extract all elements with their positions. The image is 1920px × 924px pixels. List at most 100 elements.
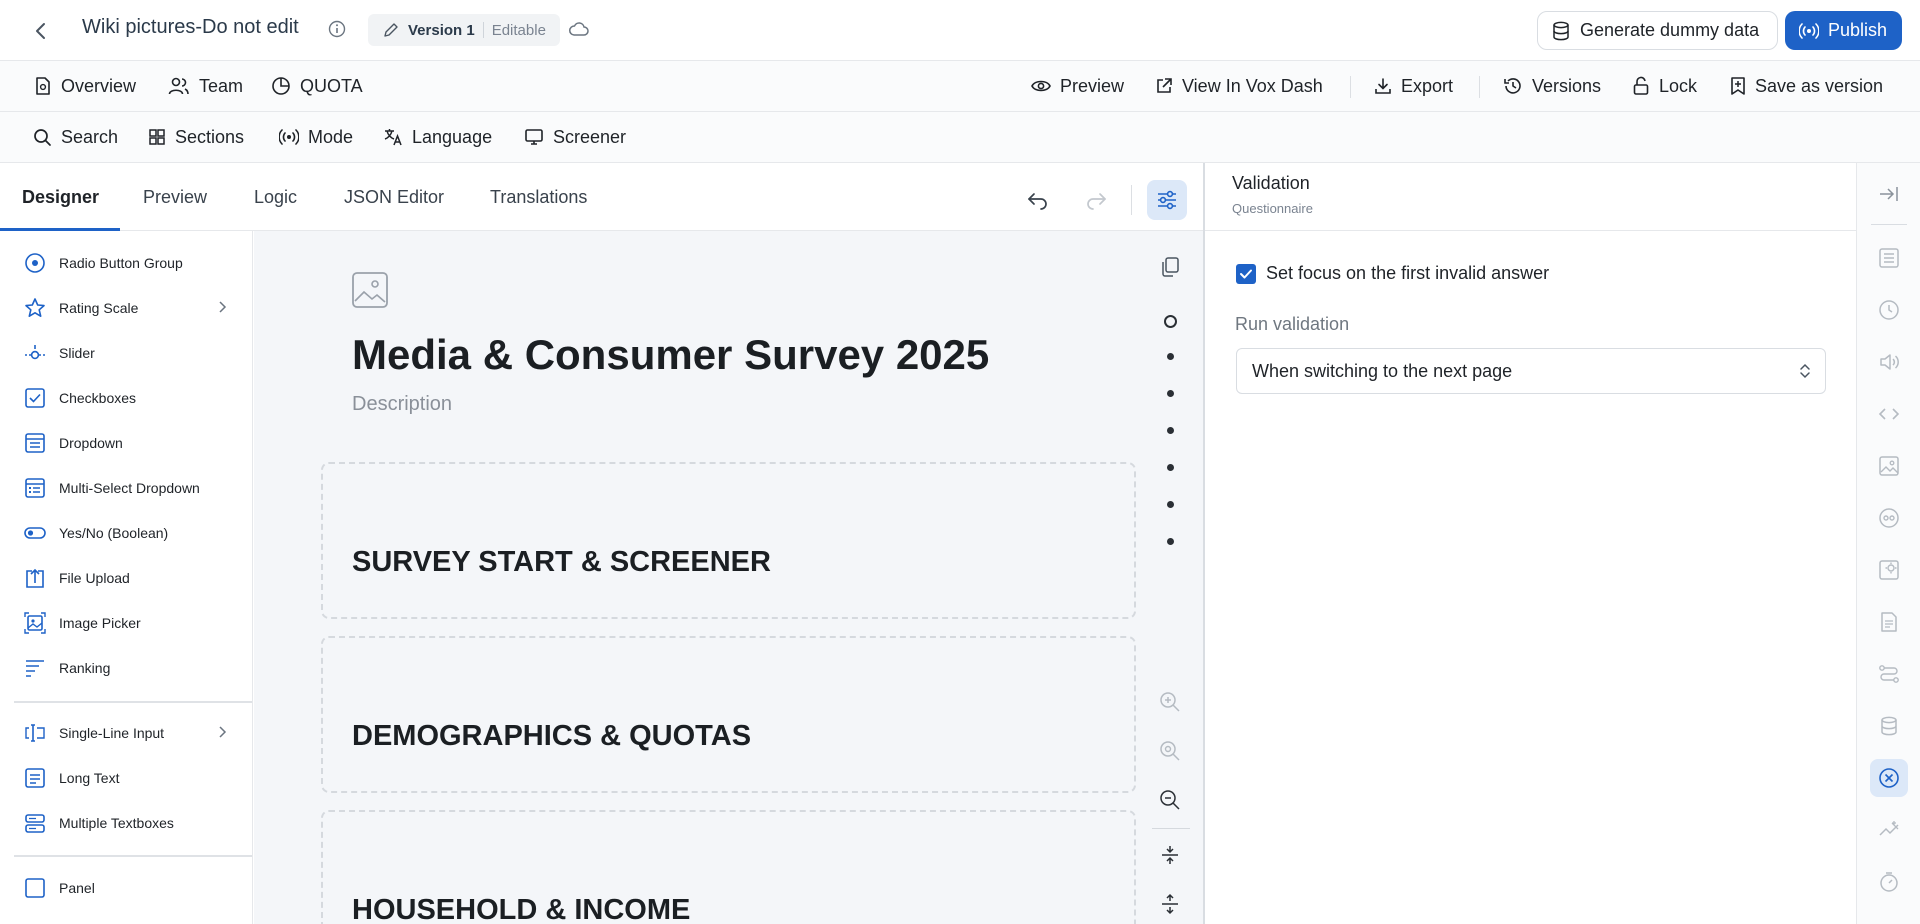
- chevron-right-icon[interactable]: [217, 300, 227, 314]
- toolbox-item-checkboxes[interactable]: Checkboxes: [0, 378, 252, 418]
- page-title[interactable]: HOUSEHOLD & INCOME: [352, 894, 690, 924]
- page-card[interactable]: SURVEY START & SCREENER: [321, 462, 1136, 619]
- rail-divider: [1152, 828, 1190, 829]
- magic-wand-icon[interactable]: [1870, 811, 1908, 849]
- back-arrow-icon[interactable]: [28, 18, 54, 44]
- toolbox-item-label: Single-Line Input: [59, 725, 165, 741]
- tab-translations[interactable]: Translations: [490, 163, 587, 231]
- gear-icon[interactable]: [1870, 551, 1908, 589]
- view-in-dash-button[interactable]: View In Vox Dash: [1155, 61, 1323, 111]
- toolbox-item-label: Ranking: [59, 660, 111, 676]
- page-nav-dot[interactable]: [1167, 501, 1174, 508]
- zoom-out-icon[interactable]: [1154, 784, 1186, 816]
- toolbox-item-multiple-textboxes[interactable]: Multiple Textboxes: [0, 803, 252, 843]
- clock-icon[interactable]: [1870, 291, 1908, 329]
- page-nav-dot[interactable]: [1167, 464, 1174, 471]
- page-nav-dot[interactable]: [1167, 427, 1174, 434]
- page-card[interactable]: HOUSEHOLD & INCOME: [321, 810, 1136, 924]
- toolbox-item-image-picker[interactable]: Image Picker: [0, 603, 252, 643]
- sections-button[interactable]: Sections: [148, 112, 244, 162]
- run-validation-label: Run validation: [1235, 314, 1350, 334]
- copy-icon[interactable]: [1154, 251, 1186, 283]
- survey-description[interactable]: Description: [352, 393, 452, 416]
- toolbox-item-ranking[interactable]: Ranking: [0, 648, 252, 688]
- page-nav-dot[interactable]: [1164, 315, 1177, 328]
- info-icon[interactable]: [328, 20, 346, 38]
- redo-icon[interactable]: [1076, 180, 1116, 220]
- tab-preview[interactable]: Preview: [143, 163, 207, 231]
- toolbox-item-slider[interactable]: Slider: [0, 333, 252, 373]
- mode-button[interactable]: Mode: [279, 112, 353, 162]
- focus-first-invalid-label[interactable]: Set focus on the first invalid answer: [1266, 263, 1549, 284]
- collapse-icon[interactable]: [1154, 839, 1186, 871]
- focus-first-invalid-checkbox[interactable]: [1236, 264, 1256, 284]
- save-as-version-button[interactable]: Save as version: [1730, 61, 1883, 111]
- toolbox-item-long-text[interactable]: Long Text: [0, 758, 252, 798]
- toolbox-item-file-upload[interactable]: File Upload: [0, 558, 252, 598]
- stopwatch-icon[interactable]: [1870, 863, 1908, 901]
- versions-label: Versions: [1532, 75, 1602, 96]
- visibility-logic-icon[interactable]: [1870, 499, 1908, 537]
- page-document-icon[interactable]: [1870, 603, 1908, 641]
- tab-logic[interactable]: Logic: [254, 163, 297, 231]
- toolbox-item-label: Slider: [59, 345, 95, 361]
- page-nav-dot[interactable]: [1167, 538, 1174, 545]
- page-title[interactable]: DEMOGRAPHICS & QUOTAS: [352, 720, 751, 753]
- lock-button[interactable]: Lock: [1632, 61, 1697, 111]
- chevron-right-icon[interactable]: [217, 725, 227, 739]
- logo-placeholder-icon[interactable]: [351, 271, 389, 309]
- toolbox-item-radio-button-group[interactable]: Radio Button Group: [0, 243, 252, 283]
- undo-icon[interactable]: [1018, 180, 1058, 220]
- publish-button[interactable]: Publish: [1785, 11, 1902, 50]
- run-validation-value: When switching to the next page: [1252, 360, 1513, 381]
- toolbox-item-dropdown[interactable]: Dropdown: [0, 423, 252, 463]
- cloud-sync-icon[interactable]: [568, 20, 590, 38]
- image-icon[interactable]: [1870, 447, 1908, 485]
- version-pill[interactable]: Version 1 Editable: [368, 14, 560, 46]
- preview-button[interactable]: Preview: [1031, 61, 1124, 111]
- view-in-dash-label: View In Vox Dash: [1182, 75, 1323, 96]
- tab-designer[interactable]: Designer: [22, 163, 99, 231]
- settings-sliders-icon[interactable]: [1147, 180, 1187, 220]
- speaker-icon[interactable]: [1870, 343, 1908, 381]
- toolbox-item-multi-select-dropdown[interactable]: Multi-Select Dropdown: [0, 468, 252, 508]
- code-icon[interactable]: [1870, 395, 1908, 433]
- property-panel-subtitle: Questionnaire: [1232, 201, 1313, 216]
- toolbar-divider: [1479, 76, 1480, 98]
- expand-icon[interactable]: [1154, 888, 1186, 920]
- zoom-fit-icon[interactable]: [1154, 735, 1186, 767]
- survey-title[interactable]: Media & Consumer Survey 2025: [352, 331, 989, 379]
- document-title[interactable]: Wiki pictures-Do not edit: [82, 16, 299, 39]
- preview-label: Preview: [1060, 75, 1125, 96]
- page-card[interactable]: DEMOGRAPHICS & QUOTAS: [321, 636, 1136, 793]
- page-nav-dot[interactable]: [1167, 390, 1174, 397]
- generate-dummy-data-button[interactable]: Generate dummy data: [1537, 11, 1778, 50]
- toolbox-item-rating-scale[interactable]: Rating Scale: [0, 288, 252, 328]
- page-nav-dot[interactable]: [1167, 353, 1174, 360]
- screener-button[interactable]: Screener: [524, 112, 626, 162]
- toolbox-item-yes-no-boolean[interactable]: Yes/No (Boolean): [0, 513, 252, 553]
- team-button[interactable]: Team: [168, 61, 243, 111]
- language-button[interactable]: Language: [383, 112, 492, 162]
- versions-button[interactable]: Versions: [1503, 61, 1601, 111]
- toolbox-divider: [14, 855, 252, 857]
- multi-select-icon: [24, 477, 46, 499]
- radio-icon: [24, 252, 46, 274]
- tab-json-editor[interactable]: JSON Editor: [344, 163, 444, 231]
- export-button[interactable]: Export: [1374, 61, 1453, 111]
- eye-icon: [1031, 78, 1051, 94]
- zoom-in-icon[interactable]: [1154, 686, 1186, 718]
- quota-button[interactable]: QUOTA: [271, 61, 363, 111]
- run-validation-select[interactable]: When switching to the next page: [1236, 348, 1826, 394]
- page-title[interactable]: SURVEY START & SCREENER: [352, 546, 771, 579]
- overview-button[interactable]: Overview: [34, 61, 136, 111]
- data-database-icon[interactable]: [1870, 707, 1908, 745]
- collapse-panel-icon[interactable]: [1870, 175, 1908, 213]
- search-button[interactable]: Search: [33, 112, 118, 162]
- toolbox-item-single-line-input[interactable]: Single-Line Input: [0, 713, 252, 753]
- route-icon[interactable]: [1870, 655, 1908, 693]
- validation-x-circle-icon[interactable]: [1870, 759, 1908, 797]
- toolbox-divider: [14, 701, 252, 703]
- general-list-icon[interactable]: [1870, 239, 1908, 277]
- toolbox-item-panel[interactable]: Panel: [0, 868, 252, 908]
